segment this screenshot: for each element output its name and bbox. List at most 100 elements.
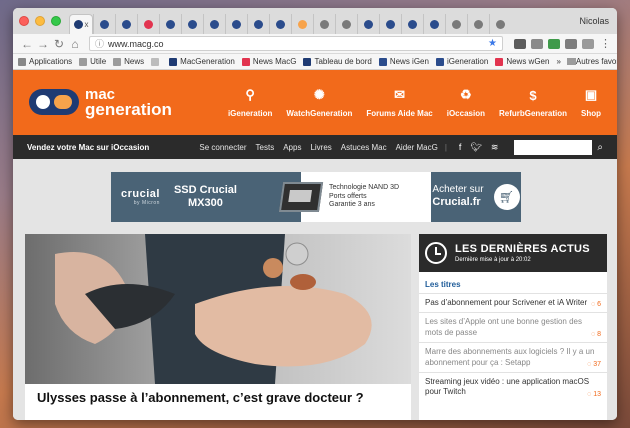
- menu-icon[interactable]: ⋮: [600, 37, 611, 50]
- twitter-icon[interactable]: 🐦︎: [470, 142, 481, 153]
- reload-icon[interactable]: ↻: [51, 37, 67, 51]
- extension-icon[interactable]: [531, 38, 543, 49]
- bookmark-item[interactable]: Applications: [18, 57, 72, 66]
- bookmark-label: News MacG: [252, 57, 297, 66]
- hero-title[interactable]: Ulysses passe à l’abonnement, c’est grav…: [25, 384, 411, 420]
- site-nav-item[interactable]: ✺ WatchGeneration: [286, 87, 352, 118]
- browser-toolbar: ← → ↻ ⌂ ⓘ www.macg.co ★ ⋮: [13, 34, 617, 54]
- window-controls: [19, 16, 61, 26]
- rss-icon[interactable]: ≋: [491, 142, 499, 153]
- comment-count-value: 6: [597, 301, 601, 309]
- browser-tab[interactable]: [335, 14, 357, 34]
- browser-tab[interactable]: [137, 14, 159, 34]
- close-window-button[interactable]: [19, 16, 29, 26]
- bookmarks-overflow[interactable]: » Autres favoris: [556, 57, 617, 66]
- ad-model-line1: SSD Crucial: [173, 183, 237, 196]
- browser-tab[interactable]: [489, 14, 511, 34]
- site-nav-item[interactable]: ▣ Shop: [581, 87, 601, 118]
- extension-icon[interactable]: [548, 38, 560, 49]
- browser-tab[interactable]: [467, 14, 489, 34]
- browser-tab[interactable]: [313, 14, 335, 34]
- promo-link[interactable]: Vendez votre Mac sur iOccasion: [27, 143, 149, 152]
- bookmark-item[interactable]: Utile: [79, 57, 106, 66]
- search-input[interactable]: [514, 139, 593, 155]
- bookmark-item[interactable]: News iGen: [378, 57, 429, 66]
- news-item[interactable]: Les sites d’Apple ont une bonne gestion …: [419, 312, 607, 342]
- browser-tab[interactable]: [181, 14, 203, 34]
- site-nav-label: iOccasion: [446, 109, 485, 118]
- bookmark-item[interactable]: iGeneration: [435, 57, 488, 66]
- chevron-right-icon[interactable]: »: [556, 57, 560, 66]
- favicon-icon: [496, 19, 505, 29]
- info-icon[interactable]: ⓘ: [95, 37, 104, 50]
- bookmark-item[interactable]: MacGeneration: [169, 57, 235, 66]
- bookmark-item[interactable]: [151, 57, 162, 66]
- site-logo[interactable]: mac generation: [29, 87, 172, 118]
- ssd-image: [278, 182, 324, 212]
- profile-name[interactable]: Nicolas: [573, 16, 617, 26]
- subnav-link[interactable]: Livres: [310, 143, 331, 152]
- browser-tab[interactable]: [115, 14, 137, 34]
- site-nav-item[interactable]: ⚲ iGeneration: [228, 87, 272, 118]
- logo-text: mac generation: [85, 87, 172, 117]
- address-bar[interactable]: ⓘ www.macg.co ★: [89, 36, 503, 51]
- subnav-link[interactable]: Se connecter: [199, 143, 246, 152]
- subnav-link[interactable]: Tests: [256, 143, 275, 152]
- browser-tab[interactable]: [379, 14, 401, 34]
- bookmark-item[interactable]: News MacG: [241, 57, 297, 66]
- sidebar-section-title[interactable]: Les titres: [419, 272, 607, 293]
- subnav-link[interactable]: Apps: [283, 143, 301, 152]
- site-nav-label: Shop: [581, 109, 601, 118]
- news-item[interactable]: Pas d’abonnement pour Scrivener et iA Wr…: [419, 293, 607, 312]
- bookmark-item[interactable]: News: [113, 57, 144, 66]
- minimize-window-button[interactable]: [35, 16, 45, 26]
- browser-tab[interactable]: [225, 14, 247, 34]
- ad-cta[interactable]: Acheter sur Crucial.fr: [432, 184, 483, 209]
- other-bookmarks[interactable]: Autres favoris: [576, 57, 617, 66]
- facebook-icon[interactable]: f: [459, 142, 462, 153]
- forward-arrow-icon[interactable]: →: [35, 37, 51, 51]
- browser-tab[interactable]: [93, 14, 115, 34]
- browser-tab[interactable]: [423, 14, 445, 34]
- browser-tab[interactable]: [445, 14, 467, 34]
- subnav-link[interactable]: Aider MacG: [396, 143, 438, 152]
- maximize-window-button[interactable]: [51, 16, 61, 26]
- bookmark-item[interactable]: Tableau de bord: [303, 57, 372, 66]
- close-tab-icon[interactable]: x: [85, 20, 89, 29]
- comment-count[interactable]: ◌ 13: [587, 390, 601, 399]
- bookmark-item[interactable]: News wGen: [495, 57, 549, 66]
- extension-icon[interactable]: [565, 38, 577, 49]
- browser-tab[interactable]: [247, 14, 269, 34]
- site-nav-item[interactable]: $ RefurbGeneration: [499, 87, 567, 119]
- comment-count[interactable]: ◌ 8: [591, 330, 601, 339]
- news-item[interactable]: Marre des abonnements aux logiciels ? Il…: [419, 342, 607, 372]
- favicon-icon: [342, 19, 351, 29]
- site-nav-item[interactable]: ✉ Forums Aide Mac: [366, 87, 432, 118]
- cart-icon[interactable]: 🛒︎: [493, 184, 520, 210]
- browser-tab[interactable]: x: [69, 14, 93, 34]
- extension-icon[interactable]: [514, 38, 526, 49]
- browser-tab[interactable]: [357, 14, 379, 34]
- search-icon[interactable]: ⌕: [597, 142, 603, 153]
- bookmark-star-icon[interactable]: ★: [488, 38, 497, 49]
- back-arrow-icon[interactable]: ←: [19, 37, 35, 51]
- favicon-icon: [430, 19, 439, 29]
- bookmark-label: MacGeneration: [180, 57, 235, 66]
- browser-tab[interactable]: [269, 14, 291, 34]
- browser-tab[interactable]: [203, 14, 225, 34]
- extension-icon[interactable]: [582, 38, 594, 49]
- browser-tab[interactable]: [401, 14, 423, 34]
- browser-tab[interactable]: [159, 14, 181, 34]
- comment-count[interactable]: ◌ 37: [587, 360, 601, 369]
- subnav-link[interactable]: Astuces Mac: [341, 143, 387, 152]
- ad-banner[interactable]: crucial by Micron SSD Crucial MX300 Tech…: [111, 172, 521, 222]
- site-nav-item[interactable]: ♻ iOccasion: [447, 87, 485, 118]
- home-icon[interactable]: ⌂: [67, 37, 83, 51]
- news-item[interactable]: Streaming jeux vidéo : une application m…: [419, 371, 607, 402]
- bookmark-label: News wGen: [506, 57, 550, 66]
- browser-tab[interactable]: [291, 14, 313, 34]
- site-icon: [378, 57, 387, 66]
- favicon-icon: [298, 19, 307, 29]
- hero-article[interactable]: Ulysses passe à l’abonnement, c’est grav…: [25, 234, 411, 420]
- comment-count[interactable]: ◌ 6: [591, 300, 601, 309]
